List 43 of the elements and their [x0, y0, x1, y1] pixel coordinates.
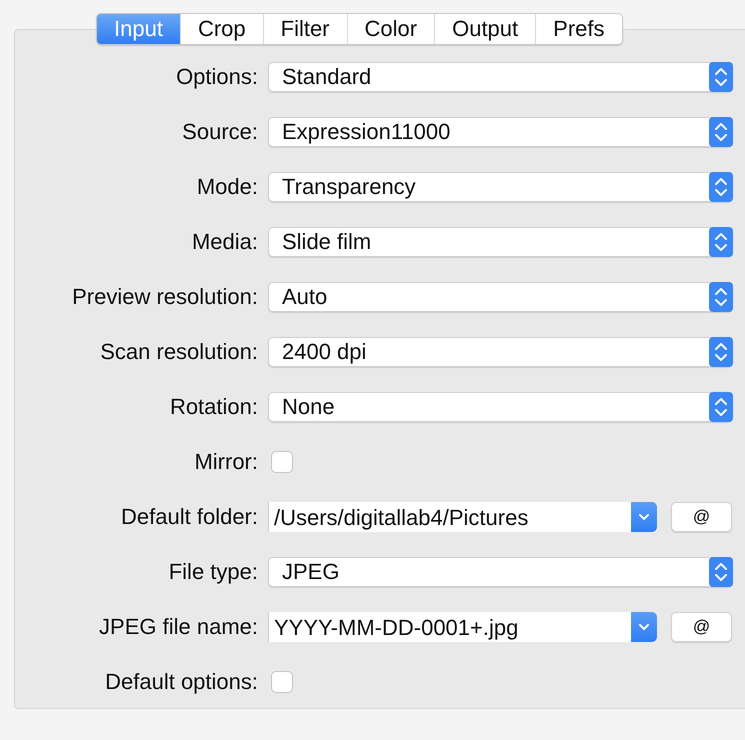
popup-button[interactable]: Expression11000: [268, 117, 733, 147]
field-label: Default options:: [104, 668, 258, 696]
field-label: Options:: [175, 63, 258, 91]
popup-button[interactable]: 2400 dpi: [268, 337, 733, 367]
tab[interactable]: Crop: [180, 14, 263, 44]
tab[interactable]: Prefs: [535, 14, 622, 44]
at-button[interactable]: @: [671, 502, 732, 532]
field-label: Source:: [181, 118, 258, 146]
tab[interactable]: Filter: [262, 14, 347, 44]
chevron-down-icon: [638, 623, 650, 631]
field-label: Preview resolution:: [71, 283, 258, 311]
up-down-arrows-icon: [709, 172, 733, 202]
at-button[interactable]: @: [671, 612, 732, 642]
tab[interactable]: Output: [434, 14, 536, 44]
checkbox[interactable]: [271, 671, 293, 693]
tab[interactable]: Color: [346, 14, 434, 44]
popup-button[interactable]: Slide film: [268, 227, 733, 257]
checkbox[interactable]: [271, 451, 293, 473]
field-label: Scan resolution:: [99, 338, 258, 366]
popup-button[interactable]: Standard: [268, 62, 733, 92]
up-down-arrows-icon: [709, 117, 733, 147]
up-down-arrows-icon: [709, 557, 733, 587]
chevron-down-icon: [638, 513, 650, 521]
field-label: Media:: [190, 228, 258, 256]
up-down-arrows-icon: [709, 392, 733, 422]
popup-button[interactable]: None: [268, 392, 733, 422]
field-label: Default folder:: [120, 503, 258, 531]
up-down-arrows-icon: [709, 62, 733, 92]
up-down-arrows-icon: [709, 282, 733, 312]
text-field[interactable]: YYYY-MM-DD-0001+.jpg: [268, 612, 631, 642]
text-field[interactable]: /Users/digitallab4/Pictures: [268, 502, 631, 532]
dropdown-button[interactable]: [631, 612, 657, 642]
field-label: JPEG file name:: [98, 613, 258, 641]
field-label: Rotation:: [168, 393, 258, 421]
popup-button[interactable]: Transparency: [268, 172, 733, 202]
field-label: Mirror:: [193, 448, 258, 476]
popup-button[interactable]: JPEG: [268, 557, 733, 587]
popup-button[interactable]: Auto: [268, 282, 733, 312]
field-label: File type:: [168, 558, 258, 586]
field-label: Mode:: [196, 173, 258, 201]
up-down-arrows-icon: [709, 337, 733, 367]
up-down-arrows-icon: [709, 227, 733, 257]
dropdown-button[interactable]: [631, 502, 657, 532]
